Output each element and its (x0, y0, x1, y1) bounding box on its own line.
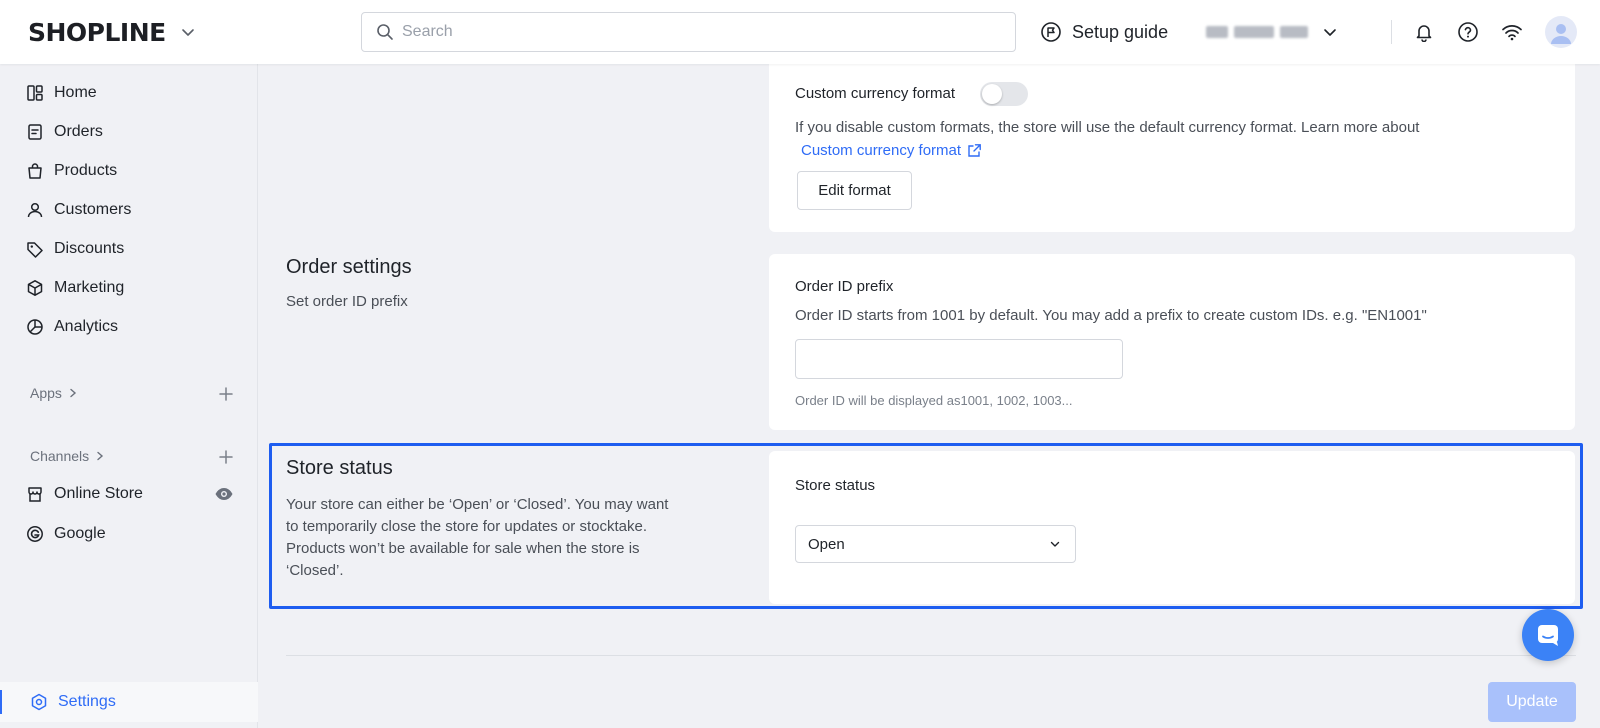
sidebar-item-customers[interactable]: Customers (26, 195, 236, 225)
wifi-icon (1502, 25, 1522, 41)
bell-icon (1416, 25, 1432, 42)
sidebar-item-label: Analytics (54, 318, 119, 335)
store-status-field-label: Store status (795, 477, 876, 494)
notifications-button[interactable] (1412, 20, 1436, 44)
sidebar: Home Orders Products Customers Discounts… (0, 64, 258, 728)
order-id-hint: Order ID will be displayed as1001, 1002,… (795, 393, 1073, 408)
channels-section-toggle[interactable]: Channels (30, 448, 105, 464)
description-line: to temporarily close the store for updat… (286, 518, 648, 535)
flag-icon (1041, 22, 1061, 42)
sidebar-item-home[interactable]: Home (26, 78, 236, 108)
user-silhouette-icon (1551, 24, 1571, 44)
help-button[interactable] (1456, 20, 1480, 44)
store-status-title: Store status (286, 457, 393, 479)
top-header: SHOPLINE Setup guide (0, 0, 1600, 64)
link-label: Custom currency format (801, 142, 962, 159)
sidebar-item-products[interactable]: Products (26, 156, 236, 186)
edit-format-button[interactable]: Edit format (797, 171, 912, 210)
pie-chart-icon (27, 319, 43, 335)
sidebar-item-orders[interactable]: Orders (26, 117, 236, 147)
redacted-store-name (1206, 26, 1308, 38)
user-icon (27, 202, 43, 218)
chevron-right-icon (97, 451, 104, 461)
order-id-help-text: Order ID starts from 1001 by default. Yo… (795, 307, 1427, 324)
chat-support-button[interactable] (1522, 609, 1574, 661)
description-line: Products won’t be available for sale whe… (286, 540, 640, 557)
store-logo-switcher[interactable]: SHOPLINE (28, 17, 196, 47)
search-bar[interactable] (361, 12, 1016, 52)
settings-gear-icon (31, 693, 47, 711)
currency-format-label: Custom currency format (795, 85, 956, 102)
network-status-button[interactable] (1500, 20, 1524, 44)
footer-divider (286, 655, 1576, 656)
chevron-down-icon (181, 29, 194, 36)
sidebar-item-online-store[interactable]: Online Store (26, 479, 206, 509)
sidebar-item-marketing[interactable]: Marketing (26, 273, 236, 303)
setup-guide-button[interactable]: Setup guide (1040, 18, 1168, 46)
logo-text: SHOPLINE (28, 17, 166, 47)
sidebar-item-label: Customers (54, 201, 132, 218)
user-avatar[interactable] (1545, 16, 1577, 48)
sidebar-item-discounts[interactable]: Discounts (26, 234, 236, 264)
account-store-selector[interactable] (1206, 20, 1338, 44)
eye-icon[interactable] (214, 484, 234, 504)
sidebar-item-google[interactable]: Google (26, 519, 236, 549)
order-settings-title: Order settings (286, 256, 412, 278)
selected-value: Open (808, 535, 845, 553)
currency-help-text: If you disable custom formats, the store… (795, 119, 1420, 136)
tag-icon (27, 242, 43, 258)
orders-icon (28, 124, 42, 140)
add-app-plus-icon[interactable] (218, 386, 234, 402)
chat-icon (1538, 625, 1558, 646)
order-id-prefix-label: Order ID prefix (795, 278, 894, 295)
storefront-icon (28, 487, 42, 502)
description-line: Your store can either be ‘Open’ or ‘Clos… (286, 496, 669, 513)
search-icon (377, 24, 393, 40)
order-id-prefix-input[interactable] (795, 339, 1123, 379)
google-icon (27, 526, 43, 542)
sidebar-item-settings[interactable]: Settings (0, 682, 258, 722)
sidebar-item-label: Home (54, 84, 97, 101)
home-icon (27, 85, 43, 101)
sidebar-item-label: Settings (58, 693, 116, 710)
custom-currency-format-link[interactable]: Custom currency format (801, 142, 982, 159)
sidebar-item-label: Marketing (54, 279, 125, 296)
header-divider (1391, 20, 1392, 44)
channels-label: Channels (30, 448, 90, 464)
apps-section-toggle[interactable]: Apps (30, 385, 78, 401)
cube-icon (27, 280, 43, 296)
chevron-down-icon (1324, 29, 1336, 36)
description-line: ‘Closed’. (286, 562, 344, 579)
sidebar-item-label: Online Store (54, 485, 143, 502)
order-settings-subtitle: Set order ID prefix (286, 293, 408, 310)
question-icon (1458, 22, 1478, 42)
custom-currency-toggle[interactable] (980, 82, 1028, 106)
store-status-description: Your store can either be ‘Open’ or ‘Clos… (286, 494, 668, 582)
search-input[interactable] (402, 23, 1002, 41)
chevron-right-icon (70, 388, 76, 398)
store-status-select[interactable]: Open (795, 525, 1076, 563)
update-button[interactable]: Update (1488, 682, 1576, 722)
sidebar-item-label: Orders (54, 123, 103, 140)
chevron-down-icon (1050, 541, 1060, 547)
sidebar-item-label: Discounts (54, 240, 125, 257)
sidebar-item-label: Products (54, 162, 118, 179)
sidebar-item-analytics[interactable]: Analytics (26, 312, 236, 342)
sidebar-item-label: Google (54, 525, 106, 542)
apps-label: Apps (30, 385, 62, 401)
setup-guide-label: Setup guide (1072, 21, 1169, 42)
add-channel-plus-icon[interactable] (218, 449, 234, 465)
shopping-bag-icon (28, 163, 42, 179)
external-link-icon (968, 144, 981, 157)
